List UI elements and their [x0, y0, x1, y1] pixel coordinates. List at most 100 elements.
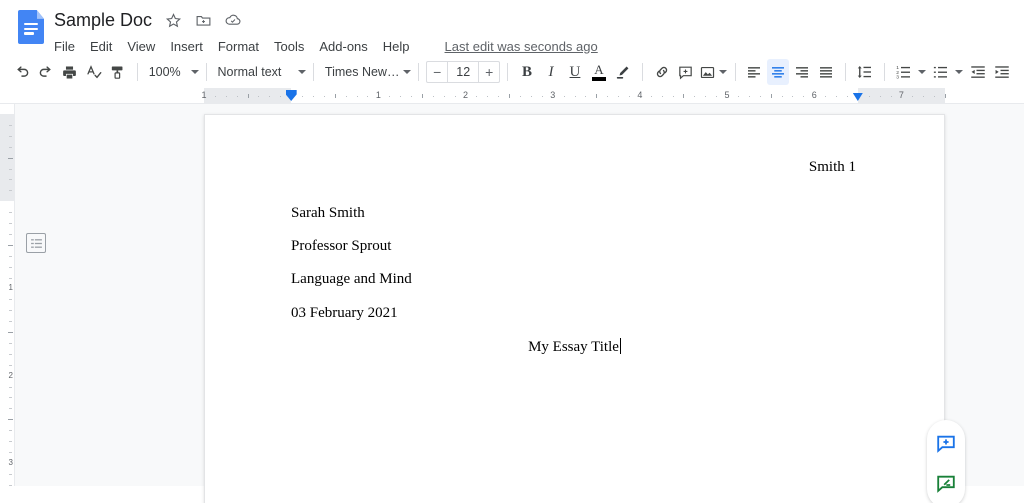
- font-size-value[interactable]: 12: [447, 62, 480, 82]
- google-docs-logo[interactable]: [18, 10, 44, 44]
- align-left-icon[interactable]: [743, 59, 765, 85]
- font-size-decrease-button[interactable]: −: [427, 62, 447, 82]
- ruler-dot: [879, 96, 881, 97]
- menu-item-view[interactable]: View: [127, 39, 155, 54]
- numbered-list-dropdown[interactable]: [917, 59, 928, 85]
- paragraph-line-3[interactable]: Language and Mind: [291, 271, 412, 288]
- ruler-dot: [269, 96, 271, 97]
- add-comment-button[interactable]: [934, 432, 958, 456]
- cloud-saved-icon[interactable]: [224, 11, 242, 29]
- align-center-icon[interactable]: [767, 59, 790, 85]
- underline-button[interactable]: U: [564, 59, 586, 85]
- essay-title-line[interactable]: My Essay Title: [205, 338, 944, 356]
- essay-title-text: My Essay Title: [528, 339, 619, 355]
- ruler-dot: [400, 96, 402, 97]
- title-row: Sample Doc: [54, 6, 598, 34]
- paragraph-line-4[interactable]: 03 February 2021: [291, 305, 398, 322]
- line-spacing-icon[interactable]: [854, 59, 876, 85]
- horizontal-ruler[interactable]: 1 1 2 3 4 5 6 7: [0, 88, 1024, 104]
- italic-button[interactable]: I: [540, 59, 562, 85]
- ruler-tick: [770, 94, 772, 98]
- insert-image-icon[interactable]: [699, 59, 727, 85]
- ruler-dot: [312, 96, 314, 97]
- toolbar-divider: [418, 63, 420, 81]
- menu-item-add-ons[interactable]: Add-ons: [319, 39, 367, 54]
- vruler-dot: [9, 310, 12, 312]
- add-comment-icon[interactable]: [675, 59, 697, 85]
- ruler-dot: [443, 96, 445, 97]
- vruler-tick: [8, 419, 13, 421]
- ruler-dot: [672, 96, 674, 97]
- page-header-text[interactable]: Smith 1: [809, 159, 856, 176]
- vruler-dot: [9, 266, 12, 268]
- ruler-dot: [454, 96, 456, 97]
- paragraph-line-2[interactable]: Professor Sprout: [291, 238, 391, 255]
- paragraph-style-control[interactable]: Normal text: [213, 59, 307, 85]
- text-color-button[interactable]: A: [588, 59, 610, 85]
- menu-item-help[interactable]: Help: [383, 39, 410, 54]
- bulleted-list-dropdown[interactable]: [954, 59, 965, 85]
- ruler-dot: [792, 96, 794, 97]
- vruler-tick: [8, 244, 13, 246]
- move-to-folder-icon[interactable]: [194, 11, 212, 29]
- ruler-dot: [650, 96, 652, 97]
- menu-item-tools[interactable]: Tools: [274, 39, 304, 54]
- align-justify-icon[interactable]: [815, 59, 837, 85]
- show-document-outline-button[interactable]: [26, 233, 46, 253]
- font-size-stepper[interactable]: − 12 +: [426, 61, 501, 83]
- vruler-dot: [9, 233, 12, 235]
- title-and-menus: Sample Doc File Edit View Insert Format …: [54, 6, 598, 56]
- undo-icon[interactable]: [11, 59, 33, 85]
- spellcheck-icon[interactable]: [83, 59, 105, 85]
- toolbar-divider: [313, 63, 314, 81]
- vertical-ruler[interactable]: 1 2 3: [0, 104, 15, 486]
- bulleted-list-icon[interactable]: [930, 59, 952, 85]
- highlight-icon[interactable]: [612, 59, 634, 85]
- font-family-control[interactable]: Times New…: [321, 59, 412, 85]
- menu-item-edit[interactable]: Edit: [90, 39, 112, 54]
- vruler-dot: [9, 179, 12, 181]
- toolbar-divider: [641, 63, 643, 81]
- numbered-list-icon[interactable]: 1 2 3: [893, 59, 915, 85]
- chevron-down-icon: [718, 70, 727, 74]
- ruler-dot: [868, 96, 870, 97]
- suggest-edit-button[interactable]: [934, 472, 958, 496]
- ruler-dot: [836, 96, 838, 97]
- star-icon[interactable]: [164, 11, 182, 29]
- ruler-dot: [225, 96, 227, 97]
- menu-item-format[interactable]: Format: [218, 39, 259, 54]
- last-edit-status[interactable]: Last edit was seconds ago: [445, 39, 598, 54]
- svg-text:3: 3: [896, 74, 899, 80]
- toolbar-divider: [884, 63, 885, 81]
- app-header: Sample Doc File Edit View Insert Format …: [0, 0, 1024, 56]
- align-right-icon[interactable]: [791, 59, 813, 85]
- paint-format-icon[interactable]: [107, 59, 129, 85]
- ruler-dot: [607, 96, 609, 97]
- ruler-dot: [694, 96, 696, 97]
- link-icon[interactable]: [651, 59, 673, 85]
- vruler-dot: [9, 441, 12, 442]
- redo-icon[interactable]: [35, 59, 57, 85]
- ruler-dot: [661, 96, 663, 97]
- document-title[interactable]: Sample Doc: [54, 6, 152, 34]
- ruler-dot: [923, 96, 925, 97]
- print-icon[interactable]: [59, 59, 81, 85]
- font-size-increase-button[interactable]: +: [479, 62, 499, 82]
- menu-item-file[interactable]: File: [54, 39, 75, 54]
- ruler-dot: [476, 96, 478, 97]
- document-page[interactable]: Smith 1 Sarah Smith Professor Sprout Lan…: [204, 114, 945, 503]
- ruler-dot: [705, 96, 707, 97]
- zoom-control[interactable]: 100%: [145, 59, 199, 85]
- vruler-dot: [9, 299, 12, 301]
- increase-indent-icon[interactable]: [991, 59, 1013, 85]
- menu-item-insert[interactable]: Insert: [170, 39, 203, 54]
- decrease-indent-icon[interactable]: [967, 59, 989, 85]
- docs-logo-wrap[interactable]: [8, 6, 54, 56]
- ruler-dot: [890, 96, 892, 97]
- vruler-tick: [8, 157, 13, 159]
- vruler-dot: [9, 430, 12, 432]
- paragraph-line-1[interactable]: Sarah Smith: [291, 205, 365, 222]
- ruler-dot: [302, 96, 304, 97]
- ruler-dot: [563, 96, 565, 97]
- bold-button[interactable]: B: [516, 59, 538, 85]
